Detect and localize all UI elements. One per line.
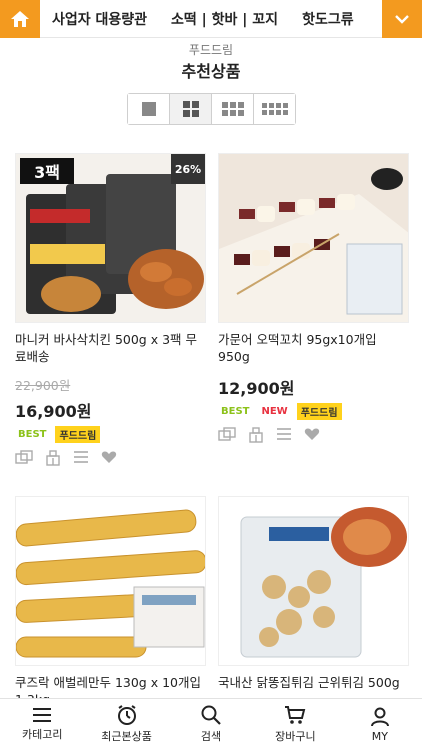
bottom-nav-label: 카테고리	[21, 728, 63, 741]
category-nav: 사업자 대용량관 소떡 | 핫바 | 꼬지 핫도그류	[0, 0, 422, 38]
bottom-nav-recent[interactable]: 최근본상품	[84, 699, 168, 750]
category-tabs: 사업자 대용량관 소떡 | 핫바 | 꼬지 핫도그류	[40, 0, 382, 38]
best-badge: BEST	[18, 429, 47, 440]
category-tab[interactable]: 핫도그류	[290, 9, 366, 29]
bottom-nav-my[interactable]: MY	[338, 699, 422, 750]
bottom-nav: 카테고리 최근본상품 검색 장바구니 MY	[0, 698, 422, 750]
product-actions	[218, 427, 320, 443]
clock-icon	[117, 705, 136, 725]
single-grid-icon	[141, 102, 156, 116]
product-actions	[15, 450, 117, 466]
heart-icon[interactable]	[304, 427, 320, 441]
product-image[interactable]	[218, 496, 409, 666]
view-3-column-button[interactable]	[212, 94, 254, 124]
list-icon[interactable]	[276, 427, 292, 441]
bottom-nav-label: 최근본상품	[101, 730, 152, 743]
compare-icon[interactable]	[218, 427, 236, 441]
product-badges: BEST NEW 푸드드림	[218, 403, 342, 420]
pack-count-label: 3팩	[20, 158, 74, 184]
menu-icon	[33, 708, 52, 722]
view-mode-toggle	[127, 93, 296, 125]
heart-icon[interactable]	[101, 450, 117, 464]
bottom-nav-cart[interactable]: 장바구니	[253, 699, 337, 750]
store-icon[interactable]	[45, 450, 61, 466]
product-price: 16,900원	[15, 402, 92, 421]
list-icon[interactable]	[73, 450, 89, 464]
bottom-nav-label: 검색	[200, 730, 222, 743]
page-title: 추천상품	[181, 62, 241, 81]
cart-icon	[285, 706, 306, 724]
product-badges: BEST 푸드드림	[15, 426, 101, 443]
discount-badge: 26%	[171, 154, 205, 184]
category-tab[interactable]: 소떡 | 핫바 | 꼬지	[159, 9, 290, 29]
two-grid-icon	[182, 101, 199, 117]
dumpling-image	[16, 497, 205, 665]
product-name[interactable]: 마니커 바사삭치킨 500g x 3팩 무료배송	[15, 331, 206, 365]
product-image[interactable]	[218, 153, 409, 323]
home-button[interactable]	[0, 0, 40, 38]
product-image[interactable]	[15, 496, 206, 666]
four-grid-icon	[261, 103, 288, 115]
store-icon[interactable]	[248, 427, 264, 443]
search-icon	[201, 705, 221, 725]
brand-badge: 푸드드림	[296, 403, 342, 420]
new-badge: NEW	[261, 406, 288, 417]
product-name[interactable]: 국내산 닭똥집튀김 근위튀김 500g	[218, 674, 409, 691]
skewer-image	[219, 154, 408, 322]
product-card[interactable]: 가문어 오떡꼬치 95gx10개입 950g 12,900원 BEST NEW …	[218, 153, 409, 473]
bottom-nav-label: MY	[371, 729, 388, 743]
view-1-column-button[interactable]	[128, 94, 170, 124]
section-brand: 푸드드림	[188, 43, 234, 57]
product-name[interactable]: 가문어 오떡꼬치 95gx10개입 950g	[218, 331, 409, 365]
product-card[interactable]: 3팩 26% 마니커 바사삭치킨 500g x 3팩 무료배송 22,900원 …	[15, 153, 206, 473]
bottom-nav-category[interactable]: 카테고리	[0, 699, 84, 750]
home-icon	[11, 11, 29, 27]
view-2-column-button[interactable]	[170, 94, 212, 124]
product-card[interactable]: 국내산 닭똥집튀김 근위튀김 500g	[218, 496, 409, 696]
best-badge: BEST	[221, 406, 250, 417]
product-original-price: 22,900원	[15, 378, 71, 393]
three-grid-icon	[221, 102, 244, 116]
bottom-nav-search[interactable]: 검색	[169, 699, 253, 750]
brand-badge: 푸드드림	[55, 426, 101, 443]
bottom-nav-label: 장바구니	[275, 730, 316, 743]
product-price: 12,900원	[218, 379, 295, 398]
chevron-down-icon	[395, 15, 409, 24]
compare-icon[interactable]	[15, 450, 33, 464]
view-list-button[interactable]	[254, 94, 295, 124]
fried-gizzard-image	[219, 497, 408, 665]
product-card[interactable]: 쿠즈락 애벌레만두 130g x 10개입 1.3kg	[15, 496, 206, 707]
expand-categories-button[interactable]	[382, 0, 422, 38]
product-image[interactable]: 3팩 26%	[15, 153, 206, 323]
category-tab[interactable]: 사업자 대용량관	[40, 9, 159, 29]
user-icon	[370, 707, 389, 726]
